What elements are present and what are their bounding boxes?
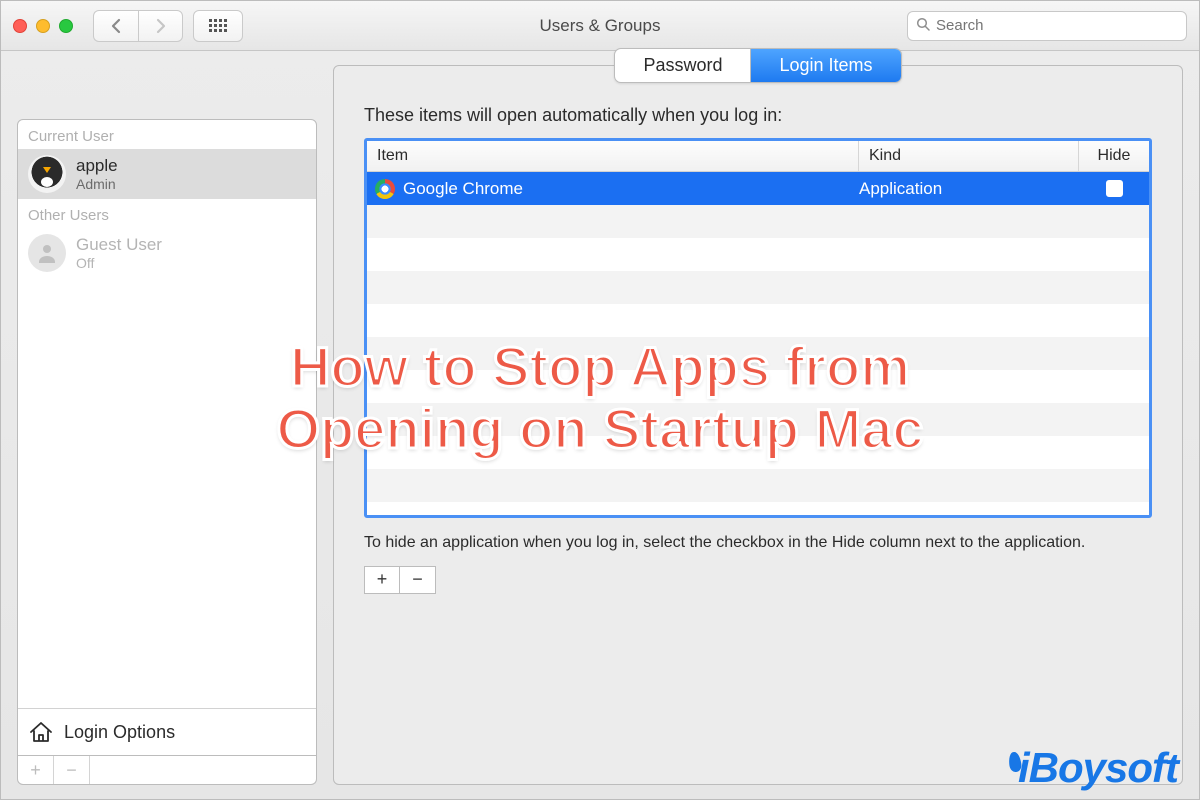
avatar-icon (28, 155, 66, 193)
current-user-label: Current User (18, 120, 316, 149)
table-header: Item Kind Hide (367, 141, 1149, 172)
tab-bar: Password Login Items (614, 48, 901, 83)
traffic-lights (13, 19, 73, 33)
grid-icon (209, 19, 227, 32)
user-role: Admin (76, 176, 118, 192)
col-kind[interactable]: Kind (859, 141, 1079, 171)
user-role: Off (76, 255, 162, 271)
nav-buttons (93, 10, 183, 42)
col-item[interactable]: Item (367, 141, 859, 171)
user-info: Guest User Off (76, 235, 162, 271)
zoom-window-button[interactable] (59, 19, 73, 33)
table-row-empty (367, 469, 1149, 502)
add-login-item-button[interactable]: + (364, 566, 400, 594)
house-icon (28, 719, 54, 745)
table-row-empty (367, 304, 1149, 337)
table-row-empty (367, 436, 1149, 469)
login-options-button[interactable]: Login Options (18, 708, 316, 755)
minimize-window-button[interactable] (36, 19, 50, 33)
other-users-label: Other Users (18, 199, 316, 228)
table-row-empty (367, 403, 1149, 436)
table-row-empty (367, 238, 1149, 271)
window-body: Current User apple Admin Other Users Gue… (1, 51, 1199, 799)
item-name: Google Chrome (403, 179, 523, 199)
user-name: Guest User (76, 235, 162, 255)
chevron-right-icon (155, 18, 167, 34)
login-items-table: Item Kind Hide Google Chrome Application (364, 138, 1152, 518)
table-row-empty (367, 271, 1149, 304)
tab-login-items[interactable]: Login Items (751, 49, 900, 82)
titlebar: Users & Groups (1, 1, 1199, 51)
preferences-window: Users & Groups Current User apple Admin … (0, 0, 1200, 800)
users-list: Current User apple Admin Other Users Gue… (17, 119, 317, 756)
chrome-app-icon (375, 179, 395, 199)
user-row-current[interactable]: apple Admin (18, 149, 316, 199)
back-button[interactable] (93, 10, 138, 42)
sidebar-add-remove: + − (17, 756, 317, 785)
close-window-button[interactable] (13, 19, 27, 33)
guest-avatar-icon (28, 234, 66, 272)
login-items-heading: These items will open automatically when… (364, 105, 1152, 126)
user-name: apple (76, 156, 118, 176)
table-row-empty (367, 370, 1149, 403)
user-info: apple Admin (76, 156, 118, 192)
item-kind: Application (859, 179, 1079, 199)
table-row-empty (367, 205, 1149, 238)
login-items-add-remove: + − (364, 566, 1152, 594)
users-sidebar: Current User apple Admin Other Users Gue… (17, 119, 317, 785)
search-input[interactable] (936, 17, 1178, 34)
watermark-logo: iBoysoft (1009, 744, 1178, 792)
chevron-left-icon (110, 18, 122, 34)
tab-password[interactable]: Password (615, 49, 751, 82)
search-icon (916, 17, 930, 35)
table-body: Google Chrome Application (367, 172, 1149, 515)
user-row-guest[interactable]: Guest User Off (18, 228, 316, 278)
main-panel: Password Login Items These items will op… (333, 65, 1183, 785)
show-all-button[interactable] (193, 10, 243, 42)
search-field[interactable] (907, 11, 1187, 41)
table-row[interactable]: Google Chrome Application (367, 172, 1149, 205)
forward-button[interactable] (138, 10, 183, 42)
watermark-text: iBoysoft (1018, 744, 1178, 792)
col-hide[interactable]: Hide (1079, 141, 1149, 171)
hint-text: To hide an application when you log in, … (364, 532, 1152, 554)
hide-checkbox[interactable] (1106, 180, 1123, 197)
table-row-empty (367, 337, 1149, 370)
remove-login-item-button[interactable]: − (400, 566, 436, 594)
remove-user-button[interactable]: − (54, 756, 90, 784)
add-user-button[interactable]: + (18, 756, 54, 784)
login-options-label: Login Options (64, 722, 175, 743)
window-title: Users & Groups (540, 16, 661, 36)
